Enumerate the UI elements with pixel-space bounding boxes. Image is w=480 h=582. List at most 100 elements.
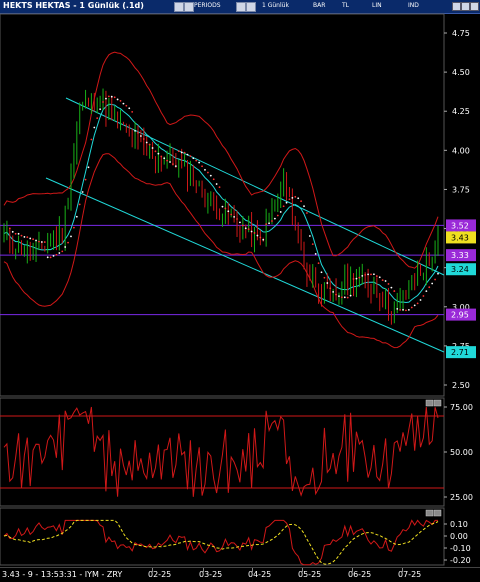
sar-dot	[84, 178, 87, 181]
osc-tick-label: -0.20	[450, 556, 471, 565]
sar-dot	[206, 171, 209, 174]
sar-dot	[110, 95, 113, 98]
sar-dot	[107, 95, 110, 98]
sar-dot	[253, 232, 256, 234]
price-tick-label: 3.75	[452, 185, 470, 194]
sar-dot	[256, 234, 259, 237]
sar-dot	[218, 186, 221, 189]
sar-dot	[154, 150, 157, 153]
sar-dot	[61, 250, 64, 253]
sar-dot	[346, 296, 349, 299]
sar-dot	[102, 101, 104, 103]
sar-dot	[405, 309, 407, 312]
sar-dot	[437, 272, 439, 275]
sar-dot	[390, 286, 393, 289]
sar-dot	[215, 183, 218, 185]
sar-dot	[221, 205, 224, 208]
sar-dot	[17, 232, 20, 235]
sar-dot	[99, 108, 102, 111]
price-tick-label: 4.75	[452, 29, 470, 38]
sar-dot	[314, 252, 317, 255]
price-tick-label: 4.25	[452, 107, 470, 116]
sar-dot	[177, 150, 180, 153]
sar-dot	[125, 104, 128, 107]
sar-dot	[183, 151, 186, 154]
sar-dot	[23, 236, 26, 238]
sar-dot	[209, 174, 212, 177]
chart-canvas[interactable]: 75.00 50.00 25.00 0.10 0.00 -0.10 -0.20 4.75 4…	[0, 0, 480, 581]
sar-dot	[288, 198, 291, 201]
sar-dot	[241, 224, 244, 227]
price-frame	[0, 13, 445, 397]
sar-dot	[422, 295, 425, 297]
price-panel	[0, 13, 445, 397]
sar-dot	[40, 241, 43, 243]
sar-dot	[416, 302, 419, 305]
sar-dot	[268, 222, 270, 225]
sar-dot	[90, 138, 93, 141]
sar-dot	[378, 276, 381, 279]
osc-tick-label: -0.10	[450, 544, 471, 553]
sar-dot	[282, 205, 285, 208]
sar-dot	[29, 237, 32, 240]
sar-dot	[148, 143, 151, 146]
price-badge-label: 3.43	[451, 233, 469, 242]
sar-dot	[233, 215, 236, 218]
sar-dot	[349, 294, 352, 297]
sar-dot	[195, 159, 198, 162]
sar-dot	[78, 203, 81, 206]
sar-dot	[116, 98, 119, 101]
sar-dot	[373, 273, 375, 276]
osc-tick-label: 0.10	[450, 520, 468, 529]
sar-dot	[38, 240, 40, 243]
panel-button-icon	[433, 509, 442, 517]
sar-dot	[169, 161, 171, 163]
sar-dot	[434, 278, 436, 281]
sar-dot	[43, 241, 46, 243]
sar-dot	[323, 276, 326, 279]
sar-dot	[180, 151, 183, 154]
sar-dot	[364, 274, 367, 276]
sar-dot	[271, 220, 273, 222]
sar-dot	[297, 197, 300, 200]
sar-dot	[338, 295, 340, 298]
date-label: 04-25	[248, 570, 272, 579]
sar-dot	[343, 296, 346, 299]
sar-dot	[151, 147, 154, 149]
sar-dot	[8, 227, 11, 230]
sar-dot	[262, 238, 265, 241]
date-label: 06-25	[348, 570, 372, 579]
sar-dot	[335, 293, 337, 296]
sar-dot	[163, 157, 166, 160]
sar-dot	[81, 191, 84, 193]
sar-dot	[311, 243, 314, 246]
sar-dot	[317, 262, 320, 265]
sar-dot	[192, 157, 195, 160]
sar-dot	[285, 201, 288, 204]
sar-dot	[14, 232, 17, 235]
sar-dot	[46, 256, 49, 259]
sar-dot	[198, 161, 201, 164]
sar-dot	[425, 290, 428, 293]
sar-dot	[413, 304, 416, 307]
sar-dot	[26, 236, 29, 239]
sar-dot	[172, 163, 174, 165]
sar-dot	[340, 296, 343, 299]
sar-dot	[326, 282, 329, 284]
sar-dot	[294, 195, 297, 198]
sar-dot	[75, 215, 78, 218]
osc-frame	[0, 507, 445, 566]
sar-dot	[303, 205, 305, 208]
sar-dot	[113, 96, 116, 99]
sar-dot	[122, 102, 125, 105]
sar-dot	[189, 155, 192, 157]
sar-dot	[212, 178, 215, 181]
sar-dot	[375, 275, 378, 277]
sar-dot	[407, 308, 410, 311]
price-badges: 3.52 3.43 3.33 3.24 2.95 2.71	[446, 219, 476, 359]
sar-dot	[291, 197, 294, 199]
sar-dot	[131, 110, 134, 113]
sar-dot	[174, 165, 177, 168]
sar-dot	[428, 286, 431, 289]
sar-dot	[410, 306, 413, 309]
